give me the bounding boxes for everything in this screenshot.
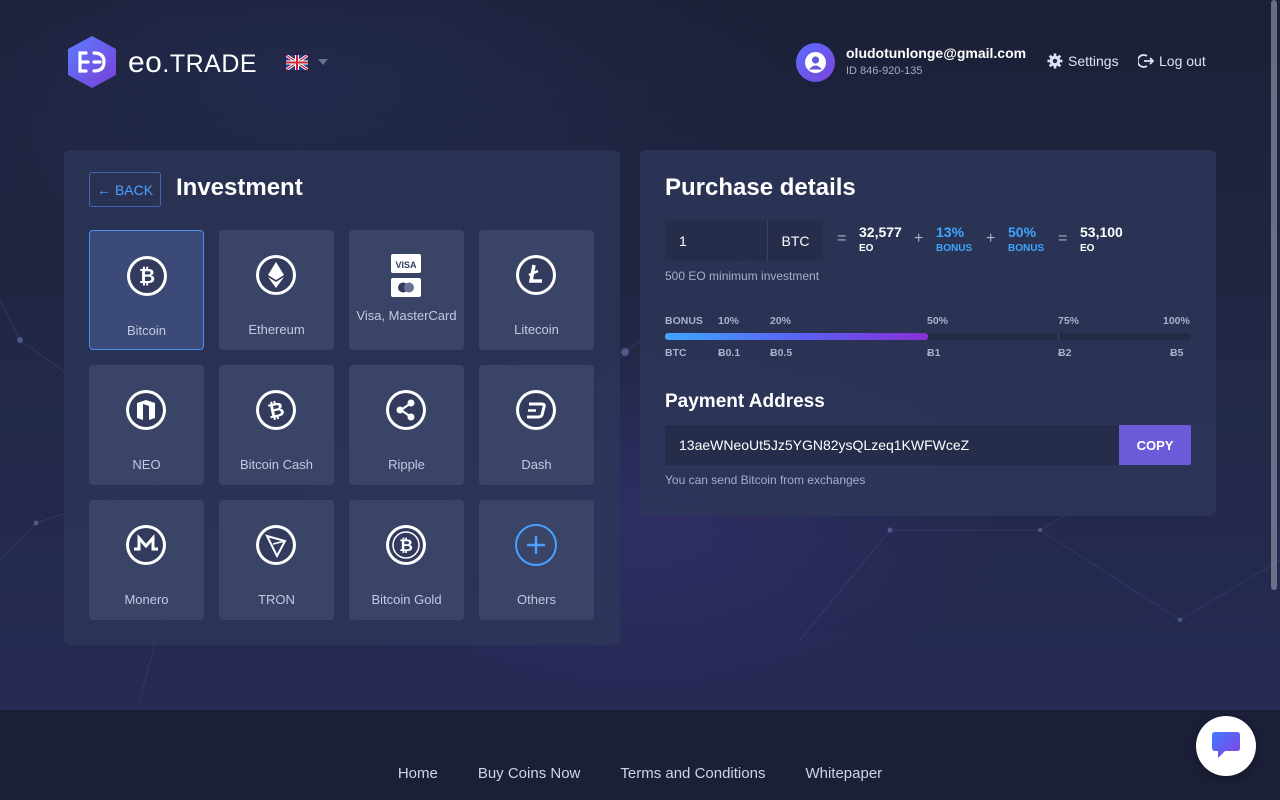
litecoin-icon — [516, 255, 556, 295]
svg-text:VISA: VISA — [395, 260, 417, 270]
brand-name: eo.TRADE — [128, 46, 258, 79]
coin-label: TRON — [258, 592, 295, 607]
logout-icon — [1138, 54, 1154, 68]
bonus-percent-2: 50% BONUS — [1008, 224, 1045, 254]
language-chevron-down-icon[interactable] — [318, 59, 328, 65]
footer-link-terms[interactable]: Terms and Conditions — [620, 765, 765, 782]
footer-link-whitepaper[interactable]: Whitepaper — [805, 765, 882, 782]
coin-option-monero[interactable]: Monero — [89, 500, 204, 620]
settings-label: Settings — [1068, 53, 1119, 69]
tron-icon — [256, 525, 296, 565]
bitcoin-gold-icon: ₿ — [386, 525, 426, 565]
bonus-percent: 13% BONUS — [936, 224, 973, 254]
footer-link-buy-coins[interactable]: Buy Coins Now — [478, 765, 581, 782]
currency-label: BTC — [767, 221, 823, 261]
tier-tick — [1058, 333, 1059, 340]
back-label: BACK — [114, 181, 154, 198]
footer-links: Home Buy Coins Now Terms and Conditions … — [0, 765, 1280, 782]
bitcoin-cash-icon: ₿ — [256, 390, 296, 430]
gear-icon — [1047, 53, 1063, 69]
monero-icon — [126, 525, 166, 565]
dash-icon — [516, 390, 556, 430]
bonus-progress-bar — [665, 333, 1191, 340]
coin-option-litecoin[interactable]: Litecoin — [479, 230, 594, 350]
coin-label: Dash — [521, 457, 552, 472]
ripple-icon — [386, 390, 426, 430]
investment-title: Investment — [176, 174, 303, 201]
svg-text:₿: ₿ — [399, 536, 413, 556]
coin-label: Others — [516, 592, 556, 607]
purchase-details-title: Purchase details — [665, 174, 856, 201]
address-note: You can send Bitcoin from exchanges — [665, 473, 866, 487]
bitcoin-icon: ₿ — [127, 256, 167, 296]
card-icon: VISA — [391, 253, 421, 299]
page-scrollbar[interactable] — [1271, 0, 1277, 590]
eo-amount: 32,577 EO — [859, 224, 902, 254]
coin-option-dash[interactable]: Dash — [479, 365, 594, 485]
coin-label: Ethereum — [248, 322, 305, 337]
coin-label: Monero — [124, 592, 169, 607]
chat-button[interactable] — [1196, 716, 1256, 776]
payment-address-title: Payment Address — [665, 391, 825, 412]
user-email: oludotunlonge@gmail.com — [846, 45, 1027, 61]
neo-icon — [126, 390, 166, 430]
coin-label: Visa, MasterCard — [356, 308, 457, 323]
coin-option-bitcoin[interactable]: ₿ Bitcoin — [89, 230, 204, 350]
user-id: ID 846-920-135 — [846, 65, 923, 77]
uk-flag-icon[interactable] — [285, 53, 309, 72]
amount-input[interactable] — [665, 221, 767, 261]
purchase-details-panel: Purchase details BTC = 32,577EO + 13%BON… — [640, 150, 1216, 516]
payment-address-field[interactable]: 13aeWNeoUt5Jz5YGN82ysQLzeq1KWFWceZ — [665, 425, 1119, 465]
coin-label: Bitcoin — [126, 323, 167, 338]
eo-trade-logo[interactable] — [66, 35, 118, 89]
footer: Home Buy Coins Now Terms and Conditions … — [0, 710, 1280, 800]
coin-label: Bitcoin Gold — [371, 592, 442, 607]
equals-sign: = — [1058, 230, 1068, 247]
coin-option-ethereum[interactable]: Ethereum — [219, 230, 334, 350]
amount-field: BTC — [665, 221, 823, 261]
copy-button[interactable]: COPY — [1119, 425, 1191, 465]
total-eo: 53,100 EO — [1080, 224, 1123, 254]
equals-sign: = — [837, 230, 847, 247]
settings-button[interactable]: Settings — [1047, 53, 1119, 69]
coin-label: NEO — [132, 457, 161, 472]
payment-method-grid: ₿ Bitcoin Ethereum VISA Visa, MasterCard — [89, 230, 595, 620]
coin-option-neo[interactable]: NEO — [89, 365, 204, 485]
coin-label: Bitcoin Cash — [240, 457, 313, 472]
user-avatar[interactable] — [796, 43, 835, 82]
coin-option-ripple[interactable]: Ripple — [349, 365, 464, 485]
bonus-progress-fill — [665, 333, 928, 340]
footer-link-home[interactable]: Home — [398, 765, 438, 782]
plus-sign: + — [986, 230, 996, 247]
logout-label: Log out — [1159, 53, 1206, 69]
coin-label: Ripple — [388, 457, 425, 472]
coin-option-card[interactable]: VISA Visa, MasterCard — [349, 230, 464, 350]
plus-icon — [515, 524, 557, 566]
arrow-left-icon: ← — [96, 181, 111, 198]
minimum-investment-note: 500 EO minimum investment — [665, 269, 820, 283]
coin-option-others[interactable]: Others — [479, 500, 594, 620]
chat-bubble-icon — [1212, 732, 1240, 758]
plus-sign: + — [914, 230, 924, 247]
ethereum-icon — [256, 255, 296, 295]
back-button[interactable]: ← BACK — [89, 172, 161, 207]
svg-text:₿: ₿ — [139, 264, 155, 288]
coin-option-bitcoin-cash[interactable]: ₿ Bitcoin Cash — [219, 365, 334, 485]
coin-option-bitcoin-gold[interactable]: ₿ Bitcoin Gold — [349, 500, 464, 620]
investment-panel: ← BACK Investment ₿ Bitcoin Ethereum VIS… — [64, 150, 620, 645]
coin-label: Litecoin — [514, 322, 559, 337]
logout-button[interactable]: Log out — [1138, 53, 1206, 69]
coin-option-tron[interactable]: TRON — [219, 500, 334, 620]
